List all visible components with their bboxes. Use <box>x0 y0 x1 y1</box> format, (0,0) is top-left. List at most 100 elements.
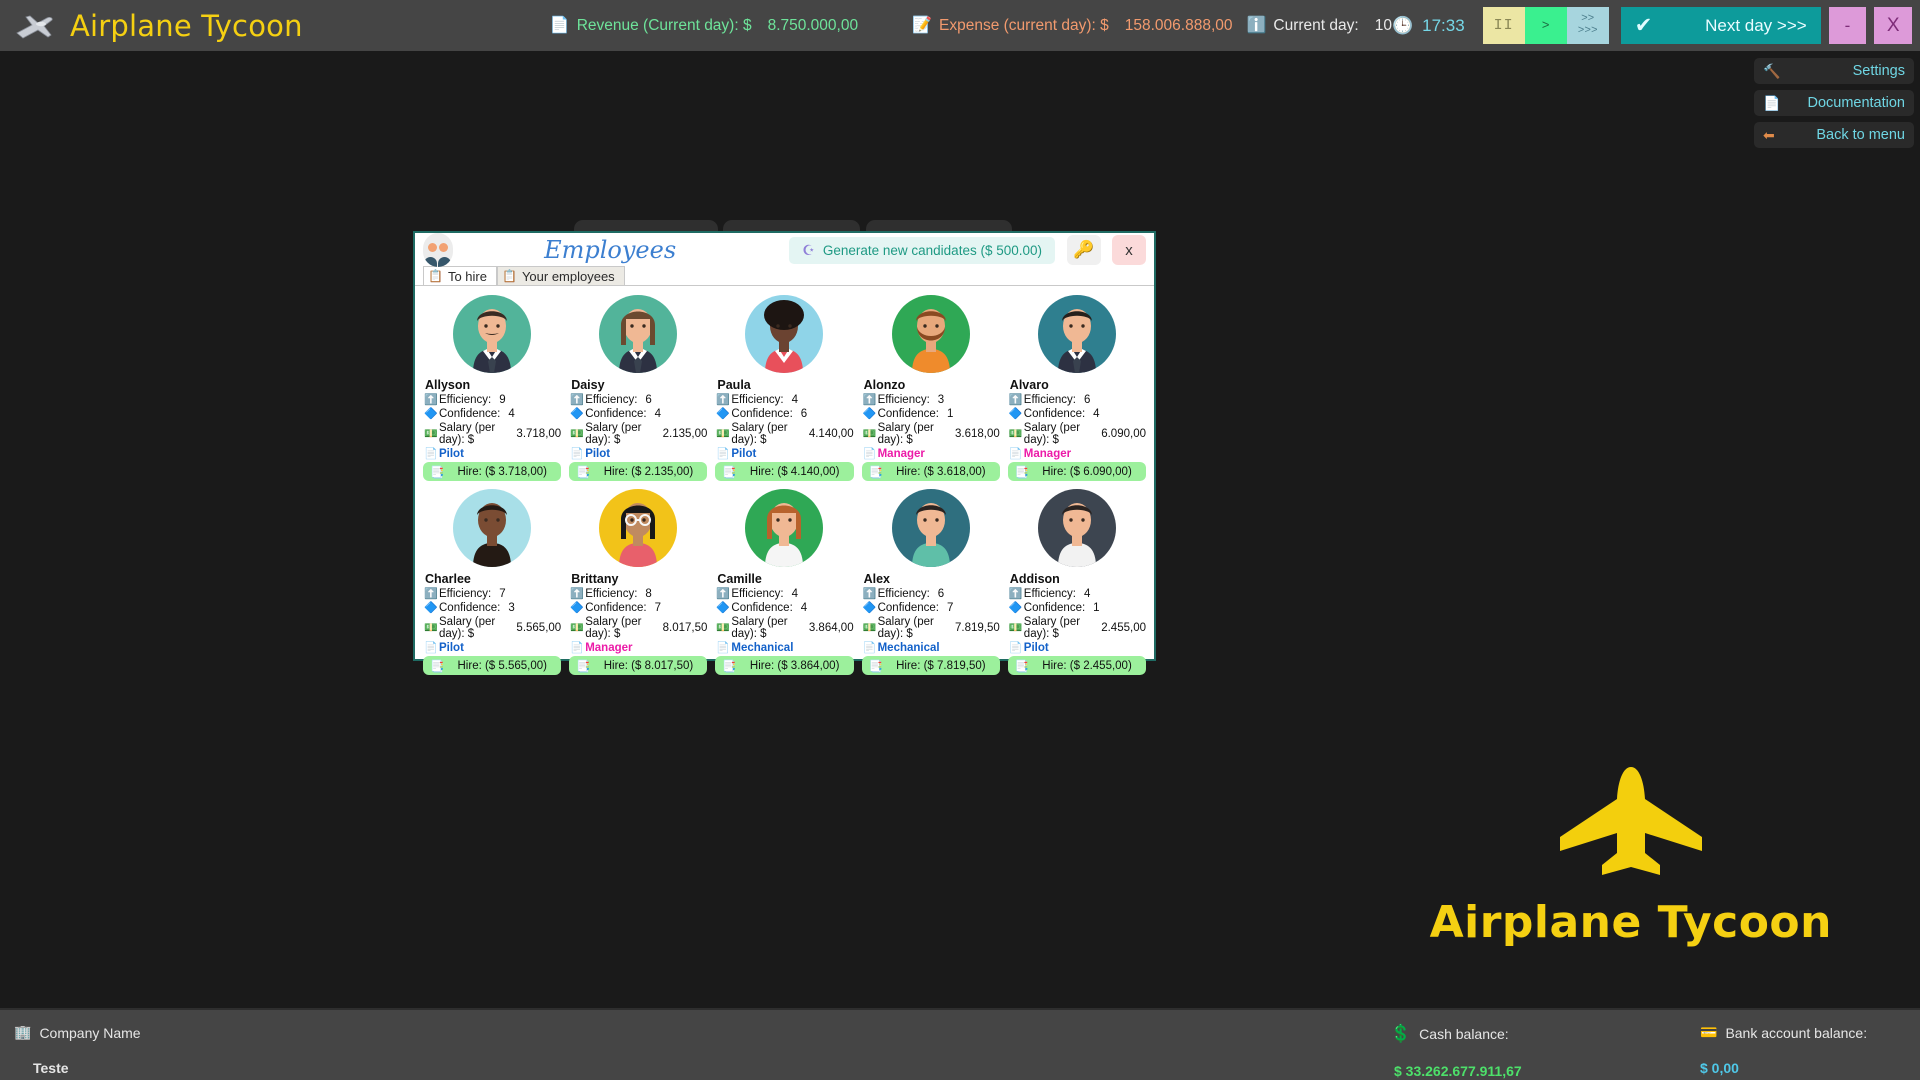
diamond-icon: 🔷 <box>424 409 436 420</box>
close-window-button[interactable]: X <box>1874 7 1912 44</box>
dollar-icon: 💲 <box>1390 1024 1411 1044</box>
copy-icon: 📑 <box>1015 465 1029 479</box>
employee-card: Alex⬆️Efficiency:6🔷Confidence:7💵Salary (… <box>860 486 1002 675</box>
field-label: Confidence: <box>1024 602 1085 614</box>
hire-button[interactable]: 📑Hire: ($ 7.819,50) <box>862 656 1000 675</box>
avatar <box>599 489 677 567</box>
sidebar-item-settings[interactable]: 🔨 Settings <box>1754 58 1914 84</box>
speed-controls[interactable]: II > >> >>> <box>1483 7 1609 44</box>
company-name-label: Company Name <box>39 1025 140 1041</box>
tab-your-employees[interactable]: 📋 Your employees <box>497 266 625 285</box>
copy-icon: 📑 <box>576 465 590 479</box>
hire-button[interactable]: 📑Hire: ($ 4.140,00) <box>715 462 853 481</box>
salary-row: 💵Salary (per day): $7.819,50 <box>862 616 1000 640</box>
field-label: Efficiency: <box>585 588 637 600</box>
field-label: Salary (per day): $ <box>731 616 802 640</box>
cash-balance-block: 💲 Cash balance: $ 33.262.677.911,67 <box>1390 1024 1522 1079</box>
employee-role: Manager <box>878 448 925 460</box>
role-row: 📄Pilot <box>569 448 707 460</box>
field-label: Salary (per day): $ <box>1024 616 1095 640</box>
employee-role: Manager <box>1024 448 1071 460</box>
up-arrow-icon: ⬆️ <box>863 589 875 600</box>
field-value: 9 <box>499 394 505 406</box>
app-brand: Airplane Tycoon <box>0 9 550 43</box>
copy-icon: 📑 <box>430 659 444 673</box>
diamond-icon: 🔷 <box>716 603 728 614</box>
clock-icon: 🕒 <box>1392 16 1413 36</box>
confidence-row: 🔷Confidence:1 <box>862 408 1000 420</box>
field-value: 3.718,00 <box>516 428 561 440</box>
role-row: 📄Mechanical <box>715 642 853 654</box>
field-value: 4 <box>1093 408 1099 420</box>
field-value: 2.135,00 <box>663 428 708 440</box>
next-day-button[interactable]: ✔ Next day >>> <box>1621 7 1821 44</box>
minimize-button[interactable]: - <box>1829 7 1867 44</box>
pause-button[interactable]: II <box>1483 7 1525 44</box>
generate-button-label: Generate new candidates ($ 500.00) <box>823 243 1042 258</box>
confidence-row: 🔷Confidence:6 <box>715 408 853 420</box>
document-icon: 📄 <box>550 18 570 34</box>
field-value: 1 <box>1093 602 1099 614</box>
hire-button[interactable]: 📑Hire: ($ 5.565,00) <box>423 656 561 675</box>
hire-button[interactable]: 📑Hire: ($ 3.718,00) <box>423 462 561 481</box>
field-label: Efficiency: <box>1024 588 1076 600</box>
current-day-value: 10 <box>1375 17 1392 35</box>
close-dialog-button[interactable]: x <box>1112 235 1146 265</box>
confidence-row: 🔷Confidence:4 <box>569 408 707 420</box>
field-label: Confidence: <box>731 602 792 614</box>
employee-role: Manager <box>585 642 632 654</box>
employee-card: Allyson⬆️Efficiency:9🔷Confidence:4💵Salar… <box>421 292 563 481</box>
employee-card: Camille⬆️Efficiency:4🔷Confidence:4💵Salar… <box>713 486 855 675</box>
sidebar-item-back-to-menu[interactable]: ⬅ Back to menu <box>1754 122 1914 148</box>
confidence-row: 🔷Confidence:1 <box>1008 602 1146 614</box>
hire-button[interactable]: 📑Hire: ($ 2.135,00) <box>569 462 707 481</box>
field-label: Confidence: <box>1024 408 1085 420</box>
field-value: 7.819,50 <box>955 622 1000 634</box>
airplane-icon <box>14 11 56 41</box>
expense-stat: 📝 Expense (current day): $ 158.006.888,0… <box>912 17 1232 35</box>
key-icon[interactable]: 🔑 <box>1067 235 1101 265</box>
revenue-stat: 📄 Revenue (Current day): $ 8.750.000,00 <box>550 17 858 35</box>
bank-balance-value: $ 0,00 <box>1700 1060 1867 1076</box>
salary-row: 💵Salary (per day): $3.864,00 <box>715 616 853 640</box>
salary-row: 💵Salary (per day): $3.618,00 <box>862 422 1000 446</box>
avatar <box>892 295 970 373</box>
two-people-icon <box>423 233 453 267</box>
hire-button[interactable]: 📑Hire: ($ 3.618,00) <box>862 462 1000 481</box>
employee-name: Camille <box>717 572 853 586</box>
employee-name: Daisy <box>571 378 707 392</box>
confidence-row: 🔷Confidence:4 <box>715 602 853 614</box>
employee-card: Addison⬆️Efficiency:4🔷Confidence:1💵Salar… <box>1006 486 1148 675</box>
hire-button[interactable]: 📑Hire: ($ 3.864,00) <box>715 656 853 675</box>
hire-button-label: Hire: ($ 6.090,00) <box>1035 466 1139 478</box>
generate-new-candidates-button[interactable]: ☪ Generate new candidates ($ 500.00) <box>789 237 1055 264</box>
field-value: 6 <box>645 394 651 406</box>
avatar <box>1038 489 1116 567</box>
dollar-icon: 💵 <box>570 623 582 634</box>
up-arrow-icon: ⬆️ <box>424 589 436 600</box>
salary-row: 💵Salary (per day): $2.455,00 <box>1008 616 1146 640</box>
efficiency-row: ⬆️Efficiency:3 <box>862 394 1000 406</box>
next-day-label: Next day >>> <box>1662 16 1806 36</box>
clipboard-icon: 📋 <box>428 269 443 283</box>
field-value: 2.455,00 <box>1101 622 1146 634</box>
sidebar-item-documentation[interactable]: 📄 Documentation <box>1754 90 1914 116</box>
up-arrow-icon: ⬆️ <box>570 395 582 406</box>
document-arrow-icon: 📄 <box>570 643 582 654</box>
page-title: Employees <box>459 236 783 264</box>
field-value: 6 <box>801 408 807 420</box>
tab-label: Your employees <box>522 269 615 284</box>
field-label: Salary (per day): $ <box>878 422 949 446</box>
avatar <box>453 295 531 373</box>
dollar-icon: 💵 <box>863 623 875 634</box>
hire-button[interactable]: 📑Hire: ($ 2.455,00) <box>1008 656 1146 675</box>
dollar-icon: 💵 <box>424 623 436 634</box>
fast-forward-button[interactable]: >> >>> <box>1567 7 1609 44</box>
tab-to-hire[interactable]: 📋 To hire <box>423 266 497 285</box>
hire-button[interactable]: 📑Hire: ($ 8.017,50) <box>569 656 707 675</box>
play-button[interactable]: > <box>1525 7 1567 44</box>
hire-button[interactable]: 📑 Hire: ($ 6.090,00) <box>1008 462 1146 481</box>
field-label: Confidence: <box>585 408 646 420</box>
avatar <box>453 489 531 567</box>
document-arrow-icon: 📄 <box>716 643 728 654</box>
